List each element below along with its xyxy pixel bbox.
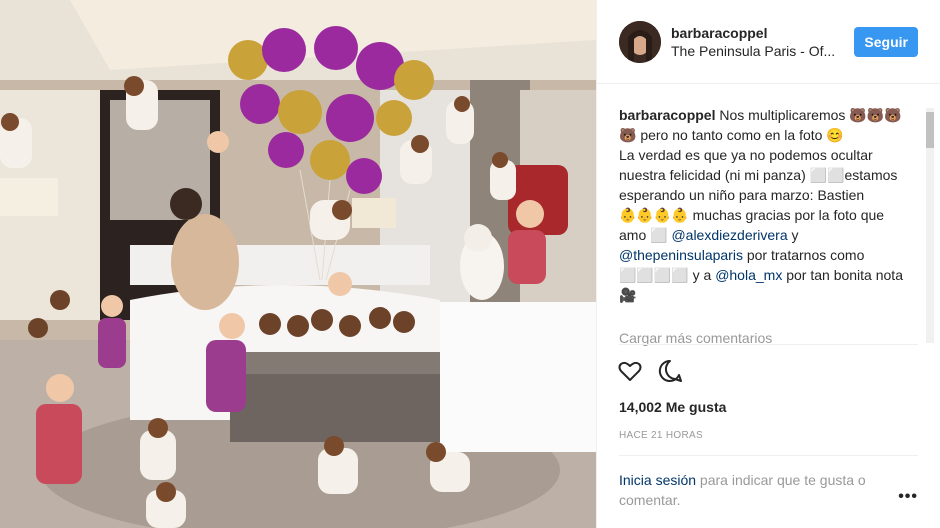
caption-text: por tan bonita nota: [782, 267, 903, 283]
post-header: barbaracoppel The Peninsula Paris - Of..…: [597, 0, 940, 84]
header-text: barbaracoppel The Peninsula Paris - Of..…: [671, 24, 854, 60]
post-photo[interactable]: [0, 0, 596, 528]
scrollbar-thumb[interactable]: [926, 112, 934, 148]
mention-link[interactable]: @alexdiezderivera: [671, 227, 787, 243]
caption-line: nuestra felicidad (ni mi panza) ⬜⬜estamo…: [619, 167, 898, 183]
timestamp[interactable]: HACE 21 HORAS: [619, 430, 703, 441]
instagram-post: barbaracoppel The Peninsula Paris - Of..…: [0, 0, 940, 528]
caption: barbaracoppel Nos multiplicaremos 🐻🐻🐻 🐻 …: [619, 105, 915, 323]
caption-text: Nos multiplicaremos 🐻🐻🐻: [719, 107, 902, 123]
post-sidebar: barbaracoppel The Peninsula Paris - Of..…: [596, 0, 940, 528]
action-bar: [617, 358, 683, 384]
caption-line: 🎥: [619, 287, 637, 303]
divider: [619, 344, 918, 345]
mention-link[interactable]: @hola_mx: [715, 267, 782, 283]
comment-icon[interactable]: [657, 358, 683, 384]
location[interactable]: The Peninsula Paris - Of...: [671, 42, 839, 60]
mention-link[interactable]: @thepeninsulaparis: [619, 247, 743, 263]
more-options-icon[interactable]: •••: [898, 488, 918, 506]
caption-text: amo ⬜: [619, 227, 672, 243]
login-link[interactable]: Inicia sesión: [619, 472, 696, 488]
caption-username[interactable]: barbaracoppel: [619, 107, 715, 123]
divider: [619, 455, 918, 456]
follow-button[interactable]: Seguir: [854, 26, 918, 57]
caption-line: ⬜⬜⬜⬜ y a @hola_mx por tan bonita nota: [619, 265, 915, 285]
caption-line: amo ⬜ @alexdiezderivera y: [619, 225, 915, 245]
avatar[interactable]: [619, 20, 661, 63]
login-prompt: Inicia sesión para indicar que te gusta …: [619, 470, 899, 510]
caption-line: barbaracoppel Nos multiplicaremos 🐻🐻🐻: [619, 105, 915, 125]
heart-icon[interactable]: [617, 358, 643, 384]
caption-line: 🐻 pero no tanto como en la foto 😊: [619, 127, 844, 143]
caption-line: @thepeninsulaparis por tratarnos como: [619, 245, 915, 265]
username[interactable]: barbaracoppel: [671, 24, 854, 42]
caption-line: 👶👶👶👶 muchas gracias por la foto que: [619, 207, 885, 223]
caption-text: ⬜⬜⬜⬜ y a: [619, 267, 716, 283]
hotel-room-photo: [0, 0, 596, 528]
caption-text: por tratarnos como: [742, 247, 865, 263]
comments-scrollbar[interactable]: [926, 108, 934, 343]
caption-line: La verdad es que ya no podemos ocultar: [619, 147, 873, 163]
like-count[interactable]: 14,002 Me gusta: [619, 399, 726, 415]
caption-text: y: [787, 227, 799, 243]
caption-line: esperando un niño para marzo: Bastien: [619, 187, 865, 203]
avatar-image: [619, 20, 661, 63]
